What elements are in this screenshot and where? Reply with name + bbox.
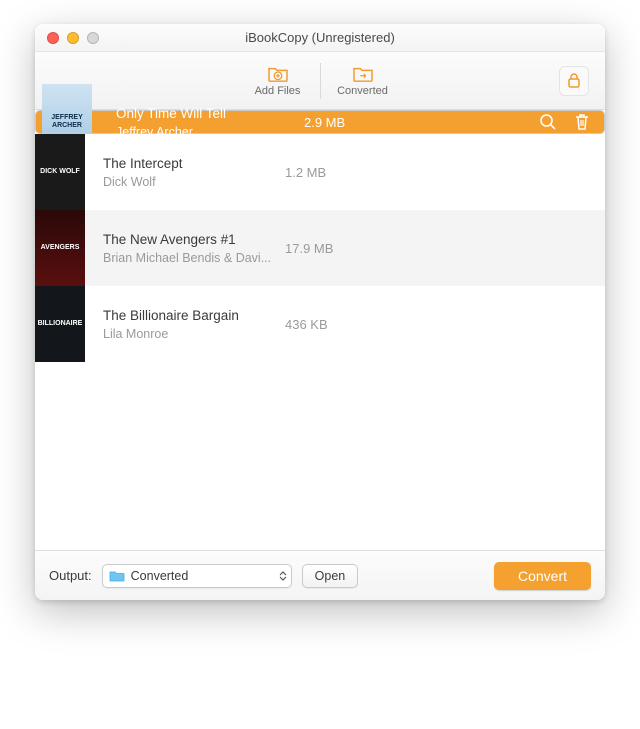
book-size: 1.2 MB: [285, 165, 375, 180]
tab-group: Add Files Converted: [236, 57, 405, 105]
app-window: iBookCopy (Unregistered) Add Files Conve…: [35, 24, 605, 600]
tab-add-files-label: Add Files: [255, 85, 301, 97]
footer: Output: Converted Open Convert: [35, 550, 605, 600]
book-size: 2.9 MB: [304, 115, 394, 130]
book-cover: DICK WOLF: [35, 134, 85, 210]
tab-converted-label: Converted: [337, 85, 388, 97]
book-title: The Billionaire Bargain: [103, 308, 285, 323]
book-title: The Intercept: [103, 156, 285, 171]
output-folder-select[interactable]: Converted: [102, 564, 292, 588]
select-stepper-icon: [279, 571, 287, 581]
row-actions: [538, 112, 600, 132]
minimize-window-button[interactable]: [67, 32, 79, 44]
toolbar: Add Files Converted: [35, 52, 605, 110]
search-icon[interactable]: [538, 112, 558, 132]
book-title: Only Time Will Tell: [116, 106, 298, 121]
list-item[interactable]: JEFFREY ARCHER Only Time Will Tell Jeffr…: [35, 110, 605, 134]
open-button[interactable]: Open: [302, 564, 359, 588]
book-author: Dick Wolf: [103, 175, 285, 189]
list-item[interactable]: BILLIONAIRE The Billionaire Bargain Lila…: [35, 286, 605, 362]
window-title: iBookCopy (Unregistered): [35, 30, 605, 45]
book-author: Lila Monroe: [103, 327, 285, 341]
lock-button[interactable]: [559, 66, 589, 96]
book-author: Brian Michael Bendis & Davi...: [103, 251, 285, 265]
output-label: Output:: [49, 568, 92, 583]
output-folder-value: Converted: [131, 569, 273, 583]
book-list: JEFFREY ARCHER Only Time Will Tell Jeffr…: [35, 110, 605, 550]
folder-arrow-icon: [352, 65, 374, 83]
book-cover: BILLIONAIRE: [35, 286, 85, 362]
book-size: 17.9 MB: [285, 241, 375, 256]
trash-icon[interactable]: [572, 112, 592, 132]
book-title: The New Avengers #1: [103, 232, 285, 247]
folder-plus-icon: [267, 65, 289, 83]
book-cover: AVENGERS: [35, 210, 85, 286]
traffic-lights: [35, 32, 99, 44]
tab-add-files[interactable]: Add Files: [236, 57, 320, 105]
book-size: 436 KB: [285, 317, 375, 332]
list-item[interactable]: AVENGERS The New Avengers #1 Brian Micha…: [35, 210, 605, 286]
book-meta: The New Avengers #1 Brian Michael Bendis…: [85, 232, 285, 265]
list-item[interactable]: DICK WOLF The Intercept Dick Wolf 1.2 MB: [35, 134, 605, 210]
convert-button[interactable]: Convert: [494, 562, 591, 590]
book-meta: The Intercept Dick Wolf: [85, 156, 285, 189]
tab-converted[interactable]: Converted: [321, 57, 405, 105]
close-window-button[interactable]: [47, 32, 59, 44]
lock-icon: [566, 72, 582, 90]
book-meta: The Billionaire Bargain Lila Monroe: [85, 308, 285, 341]
titlebar: iBookCopy (Unregistered): [35, 24, 605, 52]
folder-icon: [109, 570, 125, 582]
zoom-window-button[interactable]: [87, 32, 99, 44]
